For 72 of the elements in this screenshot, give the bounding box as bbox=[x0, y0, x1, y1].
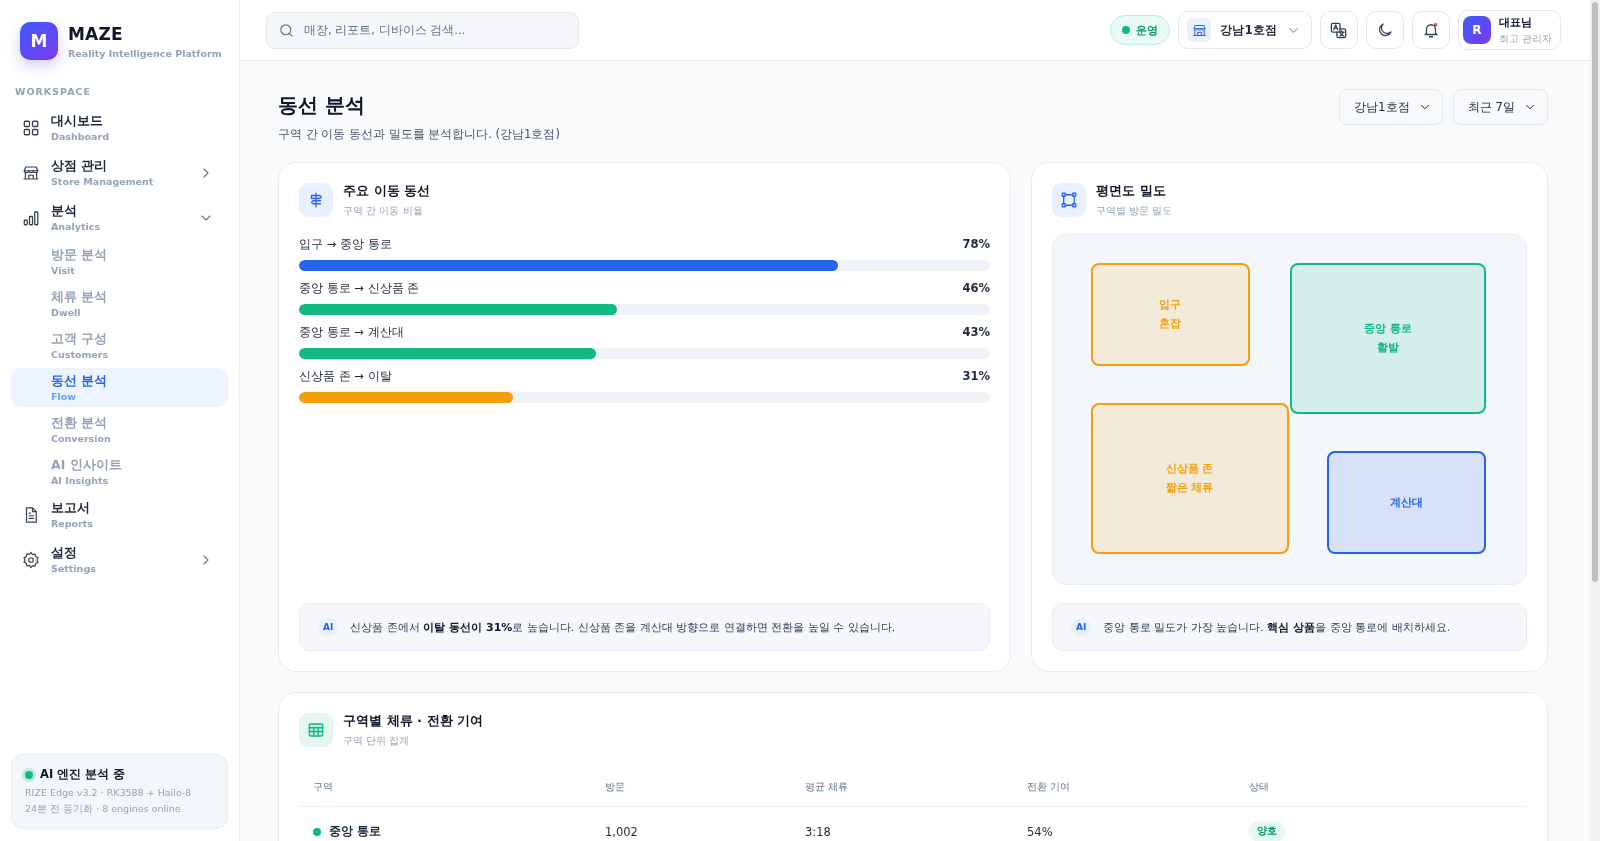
scrollbar[interactable] bbox=[1590, 0, 1600, 841]
column-header: 방문 bbox=[591, 768, 791, 807]
user-menu[interactable]: R 대표님 최고 관리자 bbox=[1457, 10, 1561, 50]
settings-icon bbox=[22, 550, 40, 569]
translate-button[interactable] bbox=[1319, 11, 1358, 49]
card-title: 주요 이동 동선 bbox=[343, 182, 431, 200]
card-title: 평면도 밀도 bbox=[1096, 182, 1167, 200]
sidebar-item[interactable]: 설정 Settings bbox=[11, 537, 228, 582]
ai-badge: AI bbox=[1071, 618, 1092, 636]
flow-label: 입구 → 중앙 통로 bbox=[299, 237, 392, 252]
search-field[interactable]: 매장, 리포트, 디바이스 검색... bbox=[266, 11, 579, 49]
section-label: WORKSPACE bbox=[15, 86, 92, 97]
logo: M bbox=[20, 22, 58, 60]
status-pill: 운영 bbox=[1110, 15, 1171, 45]
sidebar-subitem[interactable]: 동선 분석 Flow bbox=[11, 367, 228, 407]
sidebar-item[interactable]: 대시보드 Dashboard bbox=[11, 105, 228, 150]
sidebar-item[interactable]: 보고서 Reports bbox=[11, 492, 228, 537]
store-icon bbox=[22, 163, 40, 182]
user-role: 최고 관리자 bbox=[1498, 31, 1552, 46]
column-header: 평균 체류 bbox=[791, 768, 1013, 807]
flow-value: 78% bbox=[962, 237, 990, 252]
store-icon bbox=[1191, 22, 1207, 38]
status-badge: 양호 bbox=[1249, 821, 1285, 841]
sidebar-item[interactable]: 상점 관리 Store Management bbox=[11, 150, 228, 195]
table-icon bbox=[299, 713, 333, 747]
card-subtitle: 구역 간 이동 비율 bbox=[343, 204, 424, 218]
insight-text: 중앙 통로 밀도가 가장 높습니다. 핵심 상품을 중앙 통로에 배치하세요. bbox=[1103, 619, 1451, 635]
filter-select[interactable]: 강남1호점 bbox=[1338, 89, 1443, 125]
filter-select[interactable]: 최근 7일 bbox=[1452, 89, 1548, 125]
column-header: 상태 bbox=[1235, 768, 1527, 807]
page-subtitle: 구역 간 이동 동선과 밀도를 분석합니다. (강남1호점) bbox=[278, 127, 560, 142]
engine-info: 24분 전 동기화 · 8 engines online bbox=[25, 803, 182, 816]
flow-value: 31% bbox=[962, 369, 990, 384]
grid-icon bbox=[22, 118, 40, 137]
translate-icon bbox=[1329, 20, 1349, 40]
card-subtitle: 구역별 방문 밀도 bbox=[1096, 204, 1173, 218]
zone-label: 신상품 존 bbox=[1165, 461, 1214, 476]
user-name: 대표님 bbox=[1498, 14, 1533, 30]
column-header: 구역 bbox=[299, 768, 591, 807]
store-select[interactable]: 강남1호점 bbox=[1178, 11, 1312, 49]
flow-value: 43% bbox=[962, 325, 990, 340]
search-icon bbox=[278, 21, 295, 39]
card-title: 구역별 체류 · 전환 기여 bbox=[343, 712, 484, 730]
table-cell: 중앙 통로 bbox=[329, 824, 381, 839]
zone-label: 중앙 통로 bbox=[1364, 321, 1412, 336]
table-cell: 1,002 bbox=[605, 824, 638, 839]
column-header: 전환 기여 bbox=[1013, 768, 1235, 807]
table-cell: 54% bbox=[1027, 824, 1053, 839]
zone-status: 짧은 체류 bbox=[1165, 480, 1214, 495]
bar-chart-icon bbox=[22, 208, 40, 227]
zone-status: 혼잡 bbox=[1159, 316, 1182, 331]
dark-mode-button[interactable] bbox=[1365, 11, 1404, 49]
zone-label: 입구 bbox=[1159, 297, 1182, 312]
card-subtitle: 구역 단위 집계 bbox=[343, 734, 411, 748]
zone-label: 계산대 bbox=[1390, 495, 1424, 510]
flow-value: 46% bbox=[962, 281, 990, 296]
flow-label: 중앙 통로 → 계산대 bbox=[299, 325, 404, 340]
insight-text: 신상품 존에서 이탈 동선이 31%로 높습니다. 신상품 존을 계산대 방향으로 연결하면 전환을 높일 수 있습니다. bbox=[350, 619, 896, 635]
flow-label: 중앙 통로 → 신상품 존 bbox=[299, 281, 420, 296]
brand-name: MAZE bbox=[68, 23, 124, 44]
table-cell: 3:18 bbox=[805, 824, 831, 839]
engine-info: RIZE Edge v3.2 · RK3588 + Hailo-8 bbox=[25, 787, 193, 798]
zone-status: 활발 bbox=[1376, 340, 1399, 355]
signpost-icon bbox=[299, 183, 333, 217]
flow-label: 신상품 존 → 이탈 bbox=[299, 369, 392, 384]
ai-badge: AI bbox=[318, 618, 339, 636]
sidebar-item[interactable]: 분석 Analytics bbox=[11, 195, 228, 240]
user-avatar: R bbox=[1462, 16, 1491, 44]
notifications-button[interactable] bbox=[1411, 11, 1450, 49]
engine-title: AI 엔진 분석 중 bbox=[40, 767, 126, 782]
brand-tagline: Reality Intelligence Platform bbox=[68, 47, 222, 59]
page-title: 동선 분석 bbox=[278, 92, 366, 119]
